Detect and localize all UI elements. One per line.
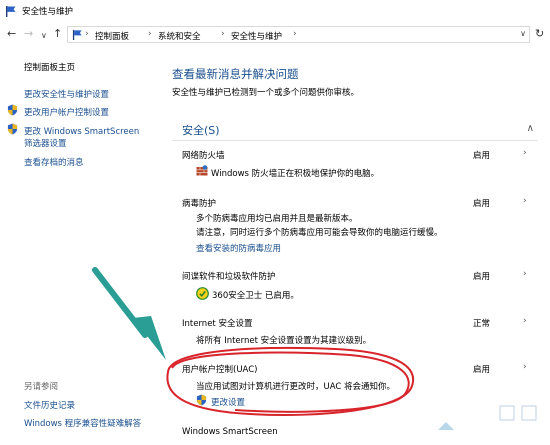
spyware-protection-description: 360安全卫士 已启用。 [212, 291, 299, 301]
uac-status: 启用 [473, 365, 491, 375]
firewall-status: 启用 [473, 151, 491, 161]
security-section-header[interactable]: 安全(S) ∧ [172, 121, 538, 141]
section-title: 安全(S) [182, 124, 220, 137]
sidebar-item-change-uac-settings[interactable]: 更改用户帐户控制设置 [24, 106, 109, 118]
virus-protection-status: 启用 [473, 199, 491, 209]
virus-protection-description: 多个防病毒应用均已启用并且是最新版本。 [196, 214, 358, 224]
spyware-protection-title: 间谍软件和垃圾软件防护 [182, 272, 276, 282]
firewall-icon [196, 165, 208, 176]
uac-shield-icon [7, 104, 18, 116]
uac-description: 当应用试图对计算机进行更改时，UAC 将会通知你。 [196, 382, 396, 392]
sidebar-item-file-history[interactable]: 文件历史记录 [24, 399, 75, 411]
address-dropdown-button[interactable]: ∨ [520, 29, 526, 38]
uac-change-settings-link[interactable]: 更改设置 [211, 396, 245, 408]
recent-locations-button[interactable]: ∨ [41, 29, 47, 43]
360-security-icon [196, 287, 209, 300]
breadcrumb-separator: › [221, 29, 225, 39]
up-button[interactable]: ↑ [53, 27, 62, 41]
flag-icon [72, 29, 82, 40]
internet-security-description: 将所有 Internet 安全设置设置为其建议级别。 [196, 336, 372, 346]
breadcrumb-separator: › [293, 29, 297, 39]
firewall-description: Windows 防火墙正在积极地保护你的电脑。 [211, 169, 380, 179]
sidebar: 控制面板主页 更改安全性与维护设置 更改用户帐户控制设置 更改 Windows … [0, 46, 160, 445]
chevron-right-icon[interactable]: › [523, 316, 527, 326]
page-subtitle: 安全性与维护已检测到一个或多个问题供你审核。 [172, 88, 360, 98]
breadcrumb-system-security[interactable]: 系统和安全 [158, 30, 201, 42]
address-field[interactable]: › 控制面板 › 系统和安全 › 安全性与维护 › ∨ [67, 26, 530, 43]
sidebar-control-panel-home[interactable]: 控制面板主页 [24, 61, 75, 73]
forward-button[interactable]: → [24, 27, 33, 41]
chevron-right-icon[interactable]: › [523, 362, 527, 372]
virus-protection-warning: 请注意，同时运行多个防病毒应用可能会导致你的电脑运行缓慢。 [196, 228, 443, 238]
sidebar-item-smartscreen-filter-settings[interactable]: 筛选器设置 [24, 137, 67, 149]
navigation-bar: ← → ∨ ↑ › 控制面板 › 系统和安全 › 安全性与维护 › ∨ ↻ [0, 24, 550, 46]
window-title: 安全性与维护 [22, 7, 74, 17]
sidebar-item-change-smartscreen[interactable]: 更改 Windows SmartScreen [24, 125, 139, 137]
chevron-right-icon[interactable]: › [523, 269, 527, 279]
smartscreen-title: Windows SmartScreen [182, 427, 278, 437]
breadcrumb-control-panel[interactable]: 控制面板 [95, 30, 129, 42]
flag-icon [6, 6, 16, 17]
main-content: 查看最新消息并解决问题 安全性与维护已检测到一个或多个问题供你审核。 安全(S)… [160, 46, 550, 445]
sidebar-item-view-archived-messages[interactable]: 查看存档的消息 [24, 156, 84, 168]
sidebar-item-change-security-settings[interactable]: 更改安全性与维护设置 [24, 88, 109, 100]
uac-shield-icon [196, 394, 207, 406]
uac-title: 用户帐户控制(UAC) [182, 365, 258, 375]
internet-security-title: Internet 安全设置 [182, 319, 253, 329]
breadcrumb-separator: › [85, 29, 89, 39]
chevron-right-icon[interactable]: › [523, 148, 527, 158]
refresh-button[interactable]: ↻ [535, 27, 544, 40]
uac-shield-icon [7, 123, 18, 135]
firewall-title: 网络防火墙 [182, 151, 225, 161]
chevron-up-icon[interactable]: ∧ [527, 123, 534, 134]
internet-security-status: 正常 [473, 319, 491, 329]
virus-protection-title: 病毒防护 [182, 199, 217, 209]
chevron-right-icon[interactable]: › [523, 196, 527, 206]
breadcrumb-separator: › [148, 29, 152, 39]
title-bar: 安全性与维护 [0, 0, 550, 22]
sidebar-item-compatibility-troubleshooter[interactable]: Windows 程序兼容性疑难解答 [24, 417, 141, 429]
back-button[interactable]: ← [7, 27, 16, 41]
breadcrumb-security-maintenance[interactable]: 安全性与维护 [231, 30, 282, 42]
page-title: 查看最新消息并解决问题 [172, 67, 299, 81]
see-also-heading: 另请参阅 [24, 382, 59, 392]
view-antivirus-apps-link[interactable]: 查看安装的防病毒应用 [196, 242, 281, 254]
spyware-protection-status: 启用 [473, 272, 491, 282]
